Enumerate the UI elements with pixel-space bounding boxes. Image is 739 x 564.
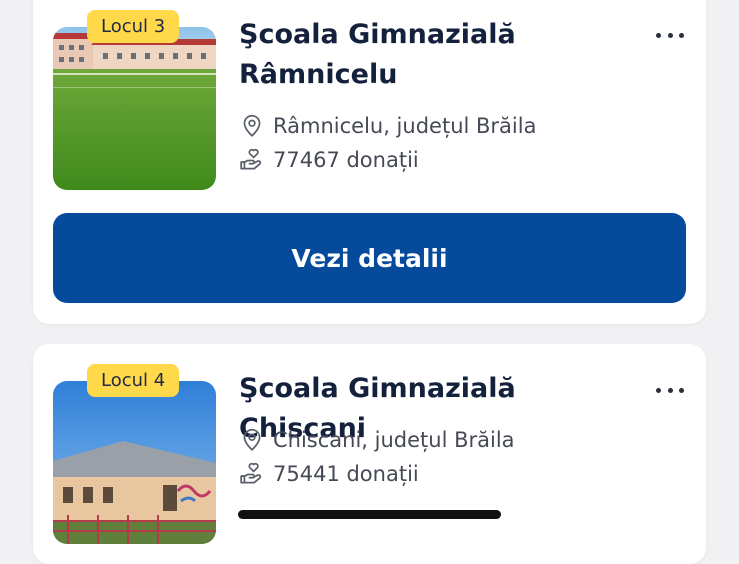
location-text: Chiscani, județul Brăila — [273, 428, 515, 452]
more-options-button[interactable] — [656, 33, 684, 41]
school-title[interactable]: Şcoala Gimnazială Râmnicelu — [239, 15, 629, 95]
location-row: Râmnicelu, județul Brăila — [239, 113, 536, 139]
more-dots-icon — [656, 388, 661, 393]
location-pin-icon — [239, 113, 265, 139]
school-image[interactable] — [53, 381, 216, 544]
more-dots-icon — [656, 33, 661, 38]
rank-badge: Locul 4 — [87, 364, 180, 397]
donations-row: 75441 donații — [239, 461, 419, 487]
home-indicator[interactable] — [238, 510, 501, 519]
location-text: Râmnicelu, județul Brăila — [273, 114, 537, 138]
school-card[interactable]: Locul 3 Şcoala Gimnazială Râmnicelu Râmn… — [33, 0, 706, 324]
donations-count: 75441 donații — [273, 462, 419, 486]
hand-heart-icon — [239, 461, 265, 487]
donations-count: 77467 donații — [273, 148, 419, 172]
location-row: Chiscani, județul Brăila — [239, 427, 515, 453]
hand-heart-icon — [239, 147, 265, 173]
location-pin-icon — [239, 427, 265, 453]
more-options-button[interactable] — [656, 388, 684, 396]
donations-row: 77467 donații — [239, 147, 419, 173]
school-image[interactable] — [53, 27, 216, 190]
school-card[interactable]: Locul 4 Şcoala Gimnazială Chiscani Chisc… — [33, 344, 706, 564]
rank-badge: Locul 3 — [87, 10, 180, 43]
view-details-button[interactable]: Vezi detalii — [53, 213, 686, 303]
